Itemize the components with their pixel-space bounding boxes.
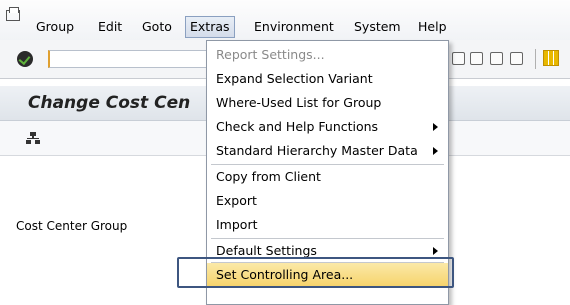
menu-goto[interactable]: Goto [138,16,176,38]
menu-item-report-settings[interactable]: Report Settings... [207,43,448,67]
menu-item-check-help-functions[interactable]: Check and Help Functions [207,115,448,139]
toolbar-divider [535,49,536,69]
page-title: Change Cost Cen [28,93,191,113]
menu-bar: Group Edit Goto Extras Environment Syste… [0,0,570,40]
submenu-arrow-icon [433,147,438,155]
find-icon[interactable] [470,52,483,65]
menu-item-label: Check and Help Functions [216,119,379,134]
menu-extras[interactable]: Extras [185,16,235,38]
cost-center-group-label: Cost Center Group [16,219,128,233]
enter-check-icon[interactable] [17,51,33,67]
menu-item-label: Export [216,193,257,208]
command-field[interactable] [48,50,228,68]
layout-grid-icon[interactable] [543,50,559,66]
menu-item-label: Report Settings... [216,47,325,62]
menu-item-import[interactable]: Import [207,213,448,237]
menu-item-label: Standard Hierarchy Master Data [216,143,418,158]
exit-icon[interactable] [6,7,20,21]
first-page-icon[interactable] [510,52,523,65]
menu-item-standard-hierarchy[interactable]: Standard Hierarchy Master Data [207,139,448,163]
find-next-icon[interactable] [490,52,503,65]
menu-edit[interactable]: Edit [94,16,126,38]
menu-item-export[interactable]: Export [207,189,448,213]
menu-group[interactable]: Group [32,16,78,38]
menu-environment[interactable]: Environment [250,16,338,38]
callout-highlight-box [177,257,454,288]
submenu-arrow-icon [433,123,438,131]
create-session-icon[interactable] [452,52,465,65]
menu-item-copy-from-client[interactable]: Copy from Client [207,165,448,189]
hierarchy-icon[interactable] [26,132,40,144]
menu-item-label: Copy from Client [216,169,321,184]
menu-item-label: Expand Selection Variant [216,71,373,86]
menu-system[interactable]: System [350,16,405,38]
menu-item-expand-selection-variant[interactable]: Expand Selection Variant [207,67,448,91]
submenu-arrow-icon [433,247,438,255]
menu-item-label: Default Settings [216,243,317,258]
menu-item-label: Import [216,217,258,232]
menu-item-label: Where-Used List for Group [216,95,382,110]
menu-item-where-used-list[interactable]: Where-Used List for Group [207,91,448,115]
menu-help[interactable]: Help [414,16,451,38]
